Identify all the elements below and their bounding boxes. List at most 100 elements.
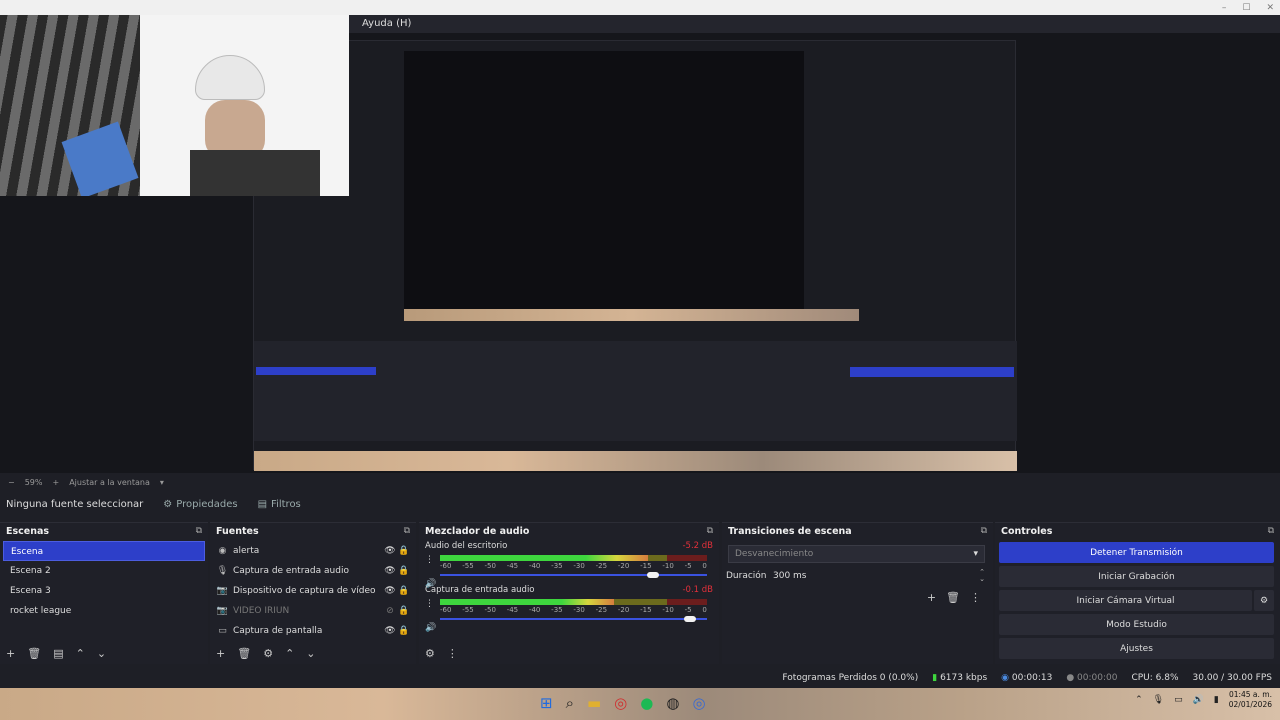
chrome-icon[interactable]: ◎ — [614, 694, 627, 712]
minimize-icon[interactable]: – — [1222, 3, 1227, 13]
slider-knob[interactable] — [646, 572, 659, 578]
volume-slider[interactable] — [440, 571, 707, 579]
no-source-label: Ninguna fuente seleccionar — [6, 498, 144, 510]
undock-icon[interactable]: ⧉ — [196, 526, 202, 536]
trash-icon[interactable]: 🗑 — [237, 647, 251, 660]
eye-icon[interactable]: 👁 — [382, 566, 398, 576]
undock-icon[interactable]: ⧉ — [981, 526, 987, 536]
mixer-channel: Captura de entrada audio -0.1 dB ⋮ -60 -55… — [419, 585, 719, 633]
undock-icon[interactable]: ⧉ — [707, 526, 713, 536]
meter-tick: -15 — [640, 562, 652, 570]
spin-arrows-icon[interactable]: ⌃ ⌄ — [979, 569, 985, 583]
kebab-menu-icon[interactable]: ⋮ — [970, 591, 981, 604]
search-icon[interactable]: ⌕ — [566, 694, 574, 712]
dock-title: Controles — [1001, 525, 1053, 537]
scenes-dock: Escenas ⧉ Escena Escena 2 Escena 3 rocket… — [0, 522, 208, 664]
eye-icon[interactable]: 👁 — [382, 626, 398, 636]
studio-mode-button[interactable]: Modo Estudio — [999, 614, 1274, 635]
zoom-in-button[interactable]: + — [52, 478, 59, 487]
chevron-down-icon[interactable]: ▾ — [160, 478, 164, 487]
add-icon[interactable]: + — [216, 647, 225, 660]
dropped-frames: Fotogramas Perdidos 0 (0.0%) — [782, 673, 919, 683]
arrow-down-icon[interactable]: ⌄ — [97, 647, 106, 660]
meter-tick: -35 — [551, 562, 563, 570]
filters-button[interactable]: ▤ Filtros — [258, 499, 301, 510]
slider-knob[interactable] — [684, 616, 697, 622]
lock-icon[interactable]: 🔒 — [398, 606, 410, 616]
microphone-icon[interactable]: 🎙 — [1153, 695, 1164, 705]
gear-icon[interactable]: ⚙ — [425, 647, 435, 660]
start-record-button[interactable]: Iniciar Grabación — [999, 566, 1274, 587]
speaker-icon[interactable]: 🔊 — [425, 623, 436, 633]
mixer-channel: Audio del escritorio -5.2 dB ⋮ -60 -55 -50-… — [419, 541, 719, 589]
kebab-menu-icon[interactable]: ⋮ — [447, 647, 458, 660]
scene-item[interactable]: Escena 2 — [3, 561, 205, 581]
source-item[interactable]: ◉ alerta 👁 🔒 — [210, 541, 416, 561]
meter-ticks: -60 -55 -50 -45 -40 -35 -30 -25 -20 -15 -10 -5 0 — [440, 562, 707, 571]
settings-button[interactable]: Ajustes — [999, 638, 1274, 659]
kebab-menu-icon[interactable]: ⋮ — [425, 555, 434, 565]
add-icon[interactable]: + — [6, 647, 15, 660]
trash-icon[interactable]: 🗑 — [27, 647, 41, 660]
arrow-up-icon[interactable]: ⌃ — [76, 647, 85, 660]
meter-tick: -20 — [617, 606, 630, 614]
meter-tick: -20 — [617, 562, 630, 570]
meter-tick: -60 — [440, 606, 452, 614]
close-icon[interactable]: ✕ — [1266, 3, 1274, 13]
lock-icon[interactable]: 🔒 — [398, 586, 410, 596]
controls-dock: Controles ⧉ Detener Transmisión Iniciar G… — [995, 522, 1280, 664]
undock-icon[interactable]: ⧉ — [404, 526, 410, 536]
chevron-up-icon[interactable]: ⌃ — [1135, 695, 1143, 705]
signal-icon: ▮ — [932, 673, 938, 683]
folder-icon[interactable]: ▬ — [587, 694, 601, 712]
menu-help[interactable]: Ayuda (H) — [362, 18, 411, 29]
lock-icon[interactable]: 🔒 — [398, 566, 410, 576]
meter-tick: -55 — [462, 606, 474, 614]
network-icon[interactable]: ▭ — [1174, 695, 1183, 705]
camera-icon: 📷 — [216, 606, 229, 616]
source-item[interactable]: 📷 Dispositivo de captura de vídeo 👁 🔒 — [210, 581, 416, 601]
scene-item[interactable]: rocket league — [3, 601, 205, 621]
source-item[interactable]: 🎙 Captura de entrada audio 👁 🔒 — [210, 561, 416, 581]
start-virtualcam-button[interactable]: Iniciar Cámara Virtual — [999, 590, 1252, 611]
eye-icon[interactable]: 👁 — [382, 586, 398, 596]
duration-field[interactable]: 300 ms — [770, 571, 980, 581]
battery-icon[interactable]: ▮ — [1214, 695, 1219, 705]
transition-value: Desvanecimiento — [735, 549, 814, 559]
add-icon[interactable]: + — [927, 591, 936, 604]
obs-icon[interactable]: ◍ — [666, 694, 679, 712]
trash-icon[interactable]: 🗑 — [946, 591, 960, 604]
arrow-down-icon[interactable]: ⌄ — [306, 647, 315, 660]
zoom-out-button[interactable]: − — [8, 478, 15, 487]
source-toolbar: Ninguna fuente seleccionar ⚙ Propiedades … — [0, 491, 1280, 517]
clock[interactable]: 01:45 a. m. 02/01/2026 — [1229, 690, 1272, 710]
arrow-up-icon[interactable]: ⌃ — [285, 647, 294, 660]
source-item[interactable]: 📷 VIDEO IRIUN ⊘ 🔒 — [210, 601, 416, 621]
volume-icon[interactable]: 🔊 — [1193, 695, 1204, 705]
lock-icon[interactable]: 🔒 — [398, 546, 410, 556]
gear-icon[interactable]: ⚙ — [263, 647, 273, 660]
meter-fill — [440, 599, 614, 605]
eye-icon[interactable]: 👁 — [382, 546, 398, 556]
lock-icon[interactable]: 🔒 — [398, 626, 410, 636]
duration-label: Duración — [726, 571, 767, 581]
maximize-icon[interactable]: ☐ — [1242, 3, 1250, 13]
scene-item[interactable]: Escena — [3, 541, 205, 561]
chrome-icon[interactable]: ◎ — [692, 694, 705, 712]
filter-icon[interactable]: ▤ — [53, 647, 63, 660]
eye-hidden-icon[interactable]: ⊘ — [382, 606, 398, 616]
kebab-menu-icon[interactable]: ⋮ — [425, 599, 434, 609]
clock-time: 01:45 a. m. — [1228, 690, 1272, 699]
gear-icon[interactable]: ⚙ — [1254, 590, 1274, 611]
source-item[interactable]: ▭ Captura de pantalla 👁 🔒 — [210, 621, 416, 641]
scene-item[interactable]: Escena 3 — [3, 581, 205, 601]
fit-to-window[interactable]: Ajustar a la ventana — [69, 478, 150, 487]
properties-button[interactable]: ⚙ Propiedades — [163, 499, 237, 510]
volume-slider[interactable] — [440, 615, 707, 623]
transition-select[interactable]: Desvanecimiento ▾ — [728, 545, 985, 563]
spotify-icon[interactable]: ● — [640, 694, 653, 712]
clock-date: 02/01/2026 — [1228, 700, 1272, 709]
stop-stream-button[interactable]: Detener Transmisión — [999, 542, 1274, 563]
windows-start-icon[interactable]: ⊞ — [540, 694, 553, 712]
undock-icon[interactable]: ⧉ — [1268, 526, 1274, 536]
